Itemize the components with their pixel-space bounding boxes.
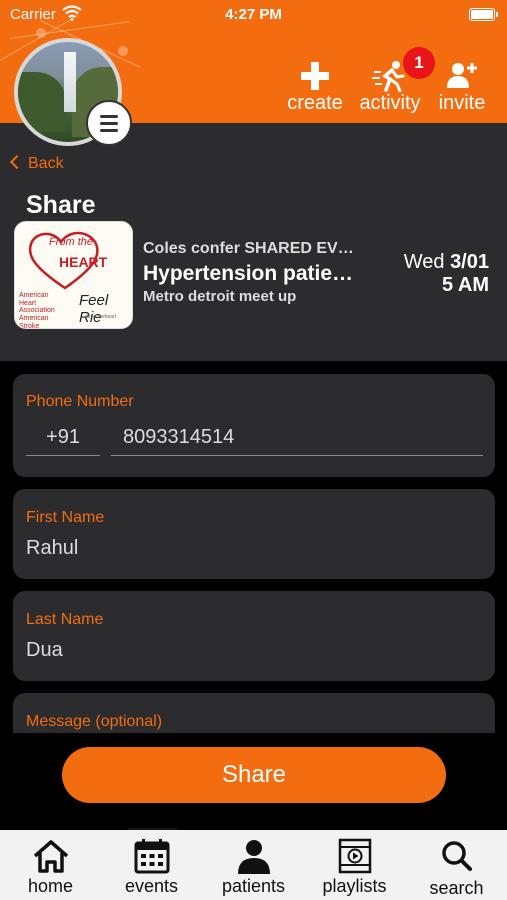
thumbnail-org-text: American Heart Association American Stro… [19, 292, 55, 329]
invite-label: invite [438, 92, 486, 114]
event-group: Metro detroit meet up [143, 288, 297, 305]
message-label: Message (optional) [26, 713, 163, 730]
calendar-icon [134, 839, 169, 874]
thumbnail-text: HEART [59, 254, 108, 270]
status-bar: Carrier 4:27 PM [0, 0, 507, 30]
phone-card: Phone Number +91 8093314514 [13, 374, 495, 477]
battery-icon [469, 8, 498, 21]
person-icon [237, 840, 270, 874]
menu-button[interactable] [86, 100, 132, 146]
decorative-dot [118, 46, 128, 56]
thumbnail-script-text: Feel Rie [79, 292, 109, 326]
last-name-label: Last Name [26, 611, 104, 628]
share-button[interactable]: Share [62, 747, 446, 803]
tab-label: patients [221, 876, 286, 896]
event-day: Wed [403, 251, 445, 273]
event-date: Wed 3/01 5 AM [404, 251, 489, 297]
search-icon [441, 841, 472, 871]
tab-label: home [27, 876, 74, 896]
first-name-card[interactable]: First Name Rahul [13, 489, 495, 579]
add-person-icon [447, 63, 477, 88]
tab-home[interactable]: home [0, 830, 101, 900]
event-time: 5 AM [441, 274, 489, 296]
tab-playlists[interactable]: playlists [304, 830, 405, 900]
thumbnail-text: From the [49, 236, 94, 248]
tab-search[interactable]: search [406, 830, 507, 900]
avatar-image-part [64, 52, 76, 112]
tab-bar: home events patients playlists search [0, 830, 507, 900]
country-code-field[interactable]: +91 [26, 426, 100, 456]
playlist-icon [338, 838, 371, 874]
status-time: 4:27 PM [225, 6, 282, 23]
create-label: create [287, 92, 343, 114]
tab-label: events [124, 876, 179, 896]
hamburger-icon [100, 122, 118, 125]
event-shared-by: Coles confer SHARED EV… [143, 240, 354, 257]
back-button[interactable]: Back [9, 154, 64, 173]
event-thumbnail: From the HEART American Heart Associatio… [14, 221, 133, 329]
tab-events[interactable]: events [101, 830, 202, 900]
share-panel: Back Share From the HEART American Heart… [0, 123, 507, 361]
back-label: Back [28, 155, 64, 172]
phone-field[interactable]: 8093314514 [111, 426, 483, 456]
last-name-card[interactable]: Last Name Dua [13, 591, 495, 681]
avatar-image-part [18, 72, 66, 132]
activity-badge: 1 [403, 47, 435, 79]
first-name-field[interactable]: Rahul [26, 537, 78, 560]
first-name-label: First Name [26, 509, 105, 526]
activity-label: activity [359, 92, 421, 114]
event-date-value: 3/01 [450, 251, 489, 273]
page-title: Share [26, 191, 96, 219]
event-title: Hypertension patie… [143, 262, 354, 285]
home-icon [33, 840, 68, 873]
phone-label: Phone Number [26, 393, 134, 410]
plus-icon [300, 60, 330, 92]
chevron-left-icon [9, 154, 25, 170]
message-card[interactable]: Message (optional) [13, 693, 495, 733]
last-name-field[interactable]: Dua [26, 639, 63, 662]
create-button[interactable]: create [284, 60, 346, 115]
thumbnail-tag: #fromtheheart [85, 314, 117, 320]
tab-label: playlists [322, 876, 387, 896]
hamburger-icon [100, 129, 118, 132]
tab-patients[interactable]: patients [203, 830, 304, 900]
hamburger-icon [100, 115, 118, 118]
invite-button[interactable]: invite [434, 60, 490, 115]
tab-label: search [429, 878, 484, 898]
